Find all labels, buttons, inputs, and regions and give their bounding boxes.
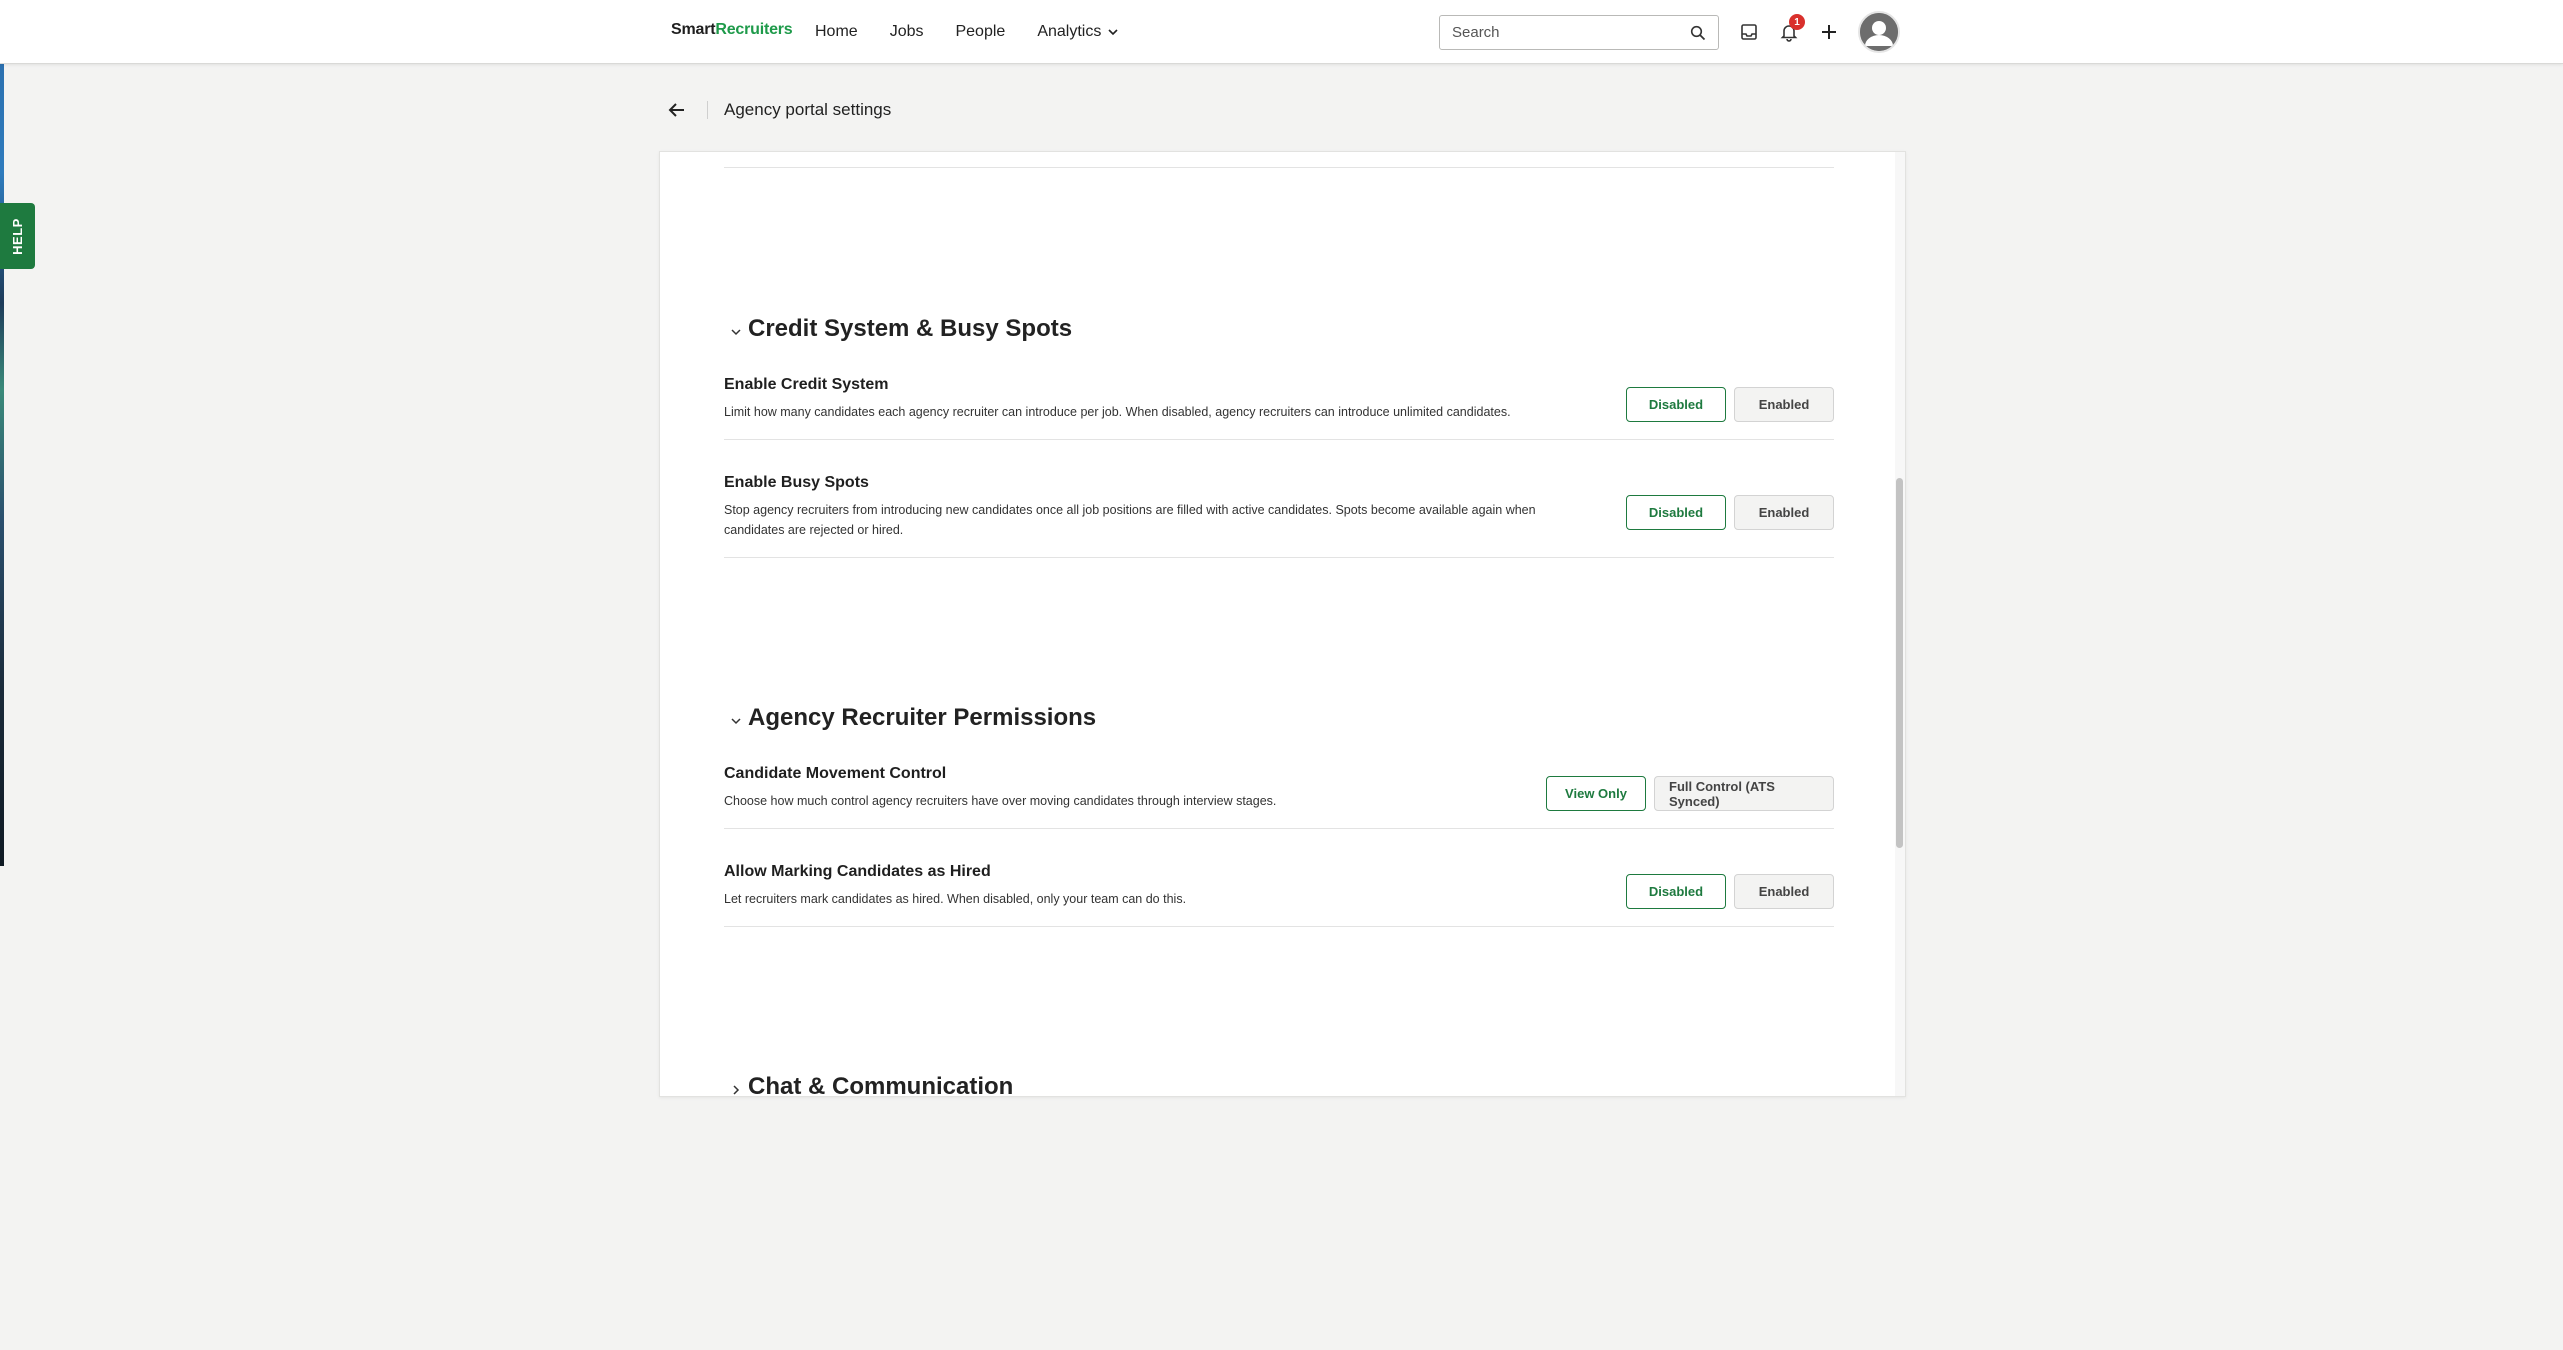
section-title: Chat & Communication [748,1073,1014,1097]
setting-row-busy-spots: Enable Busy Spots Stop agency recruiters… [724,474,1834,558]
plus-icon[interactable] [1815,18,1843,46]
toggle-group: View Only Full Control (ATS Synced) [1546,776,1834,811]
notifications-icon[interactable]: 1 [1775,14,1805,46]
enabled-button[interactable]: Enabled [1734,874,1834,909]
logo-recruiters: Recruiters [715,21,793,38]
chevron-down-icon [724,320,748,344]
setting-title: Allow Marking Candidates as Hired [724,863,991,880]
nav-analytics-label: Analytics [1037,23,1102,40]
disabled-button[interactable]: Disabled [1626,495,1726,530]
section-title: Credit System & Busy Spots [748,315,1073,342]
full-control-button[interactable]: Full Control (ATS Synced) [1654,776,1834,811]
enabled-button[interactable]: Enabled [1734,387,1834,422]
toggle-group: Disabled Enabled [1626,387,1834,422]
toggle-group: Disabled Enabled [1626,495,1834,530]
chevron-right-icon [724,1078,748,1096]
section-title: Agency Recruiter Permissions [748,704,1097,731]
setting-description: Limit how many candidates each agency re… [724,405,1511,419]
back-arrow-icon[interactable] [665,98,689,122]
help-tab[interactable]: HELP [0,203,35,269]
search-box[interactable] [1439,15,1719,50]
search-icon[interactable] [1690,25,1706,41]
setting-row-credit-system: Enable Credit System Limit how many cand… [724,376,1834,440]
divider [724,167,1834,168]
nav-jobs[interactable]: Jobs [890,20,924,44]
setting-title: Enable Busy Spots [724,474,869,491]
setting-description: Let recruiters mark candidates as hired.… [724,892,1187,906]
notification-badge: 1 [1789,14,1805,30]
scrollbar-thumb[interactable] [1896,478,1903,848]
setting-row-mark-hired: Allow Marking Candidates as Hired Let re… [724,863,1834,927]
section-header-agency-permissions[interactable]: Agency Recruiter Permissions [724,703,1096,733]
header-divider [707,101,708,119]
nav-people[interactable]: People [955,20,1005,44]
setting-description: Stop agency recruiters from introducing … [724,503,1536,537]
help-label: HELP [10,217,26,255]
section-header-credit-system[interactable]: Credit System & Busy Spots [724,314,1072,344]
disabled-button[interactable]: Disabled [1626,874,1726,909]
disabled-button[interactable]: Disabled [1626,387,1726,422]
logo-smart: Smart [671,21,716,38]
avatar[interactable] [1858,11,1900,53]
smartrecruiters-logo[interactable]: SmartRecruiters [671,21,793,39]
background-strip [0,0,4,866]
page-header: Agency portal settings [665,96,891,124]
setting-title: Enable Credit System [724,376,889,393]
nav-home[interactable]: Home [815,20,858,44]
setting-title: Candidate Movement Control [724,765,947,782]
user-icon [1860,13,1898,51]
toggle-group: Disabled Enabled [1626,874,1834,909]
setting-description: Choose how much control agency recruiter… [724,794,1277,808]
nav-links: Home Jobs People Analytics [815,20,1151,44]
nav-analytics[interactable]: Analytics [1037,20,1119,44]
enabled-button[interactable]: Enabled [1734,495,1834,530]
chevron-down-icon [724,709,748,733]
chevron-down-icon [1108,29,1118,36]
setting-row-candidate-movement: Candidate Movement Control Choose how mu… [724,765,1834,829]
page-title: Agency portal settings [724,100,892,119]
settings-card: Credit System & Busy Spots Enable Credit… [659,151,1906,1097]
view-only-button[interactable]: View Only [1546,776,1646,811]
top-navigation: SmartRecruiters Home Jobs People Analyti… [0,0,2563,64]
section-header-chat-communication[interactable]: Chat & Communication [724,1072,1014,1097]
search-input[interactable] [1452,24,1690,41]
scrollbar[interactable] [1895,152,1905,1096]
inbox-icon[interactable] [1735,18,1763,46]
